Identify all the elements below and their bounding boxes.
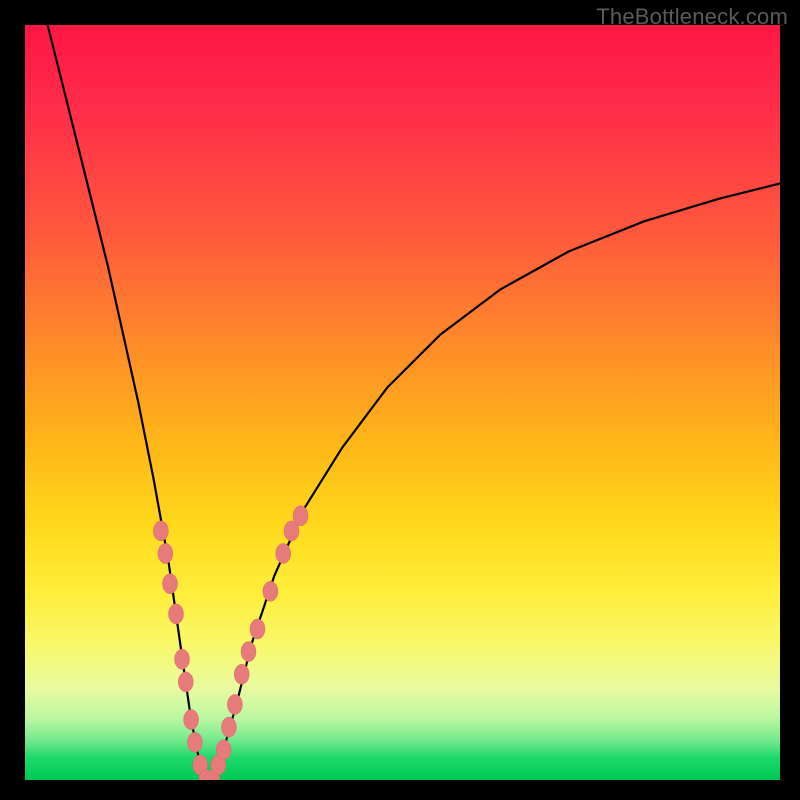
data-point: [184, 710, 199, 730]
data-point: [263, 581, 278, 601]
chart-frame: TheBottleneck.com: [0, 0, 800, 800]
data-point: [276, 544, 291, 564]
watermark-text: TheBottleneck.com: [596, 4, 788, 30]
curve-layer: [48, 25, 780, 780]
data-point: [221, 717, 236, 737]
data-point: [227, 695, 242, 715]
data-point: [216, 740, 231, 760]
data-point: [163, 574, 178, 594]
marker-layer: [153, 506, 308, 780]
data-point: [178, 672, 193, 692]
chart-svg: [25, 25, 780, 780]
data-point: [293, 506, 308, 526]
data-point: [169, 604, 184, 624]
data-point: [234, 664, 249, 684]
data-point: [175, 649, 190, 669]
data-point: [153, 521, 168, 541]
chart-plot-area: [25, 25, 780, 780]
data-point: [158, 544, 173, 564]
bottleneck-curve: [48, 25, 780, 780]
data-point: [241, 642, 256, 662]
data-point: [187, 732, 202, 752]
data-point: [250, 619, 265, 639]
